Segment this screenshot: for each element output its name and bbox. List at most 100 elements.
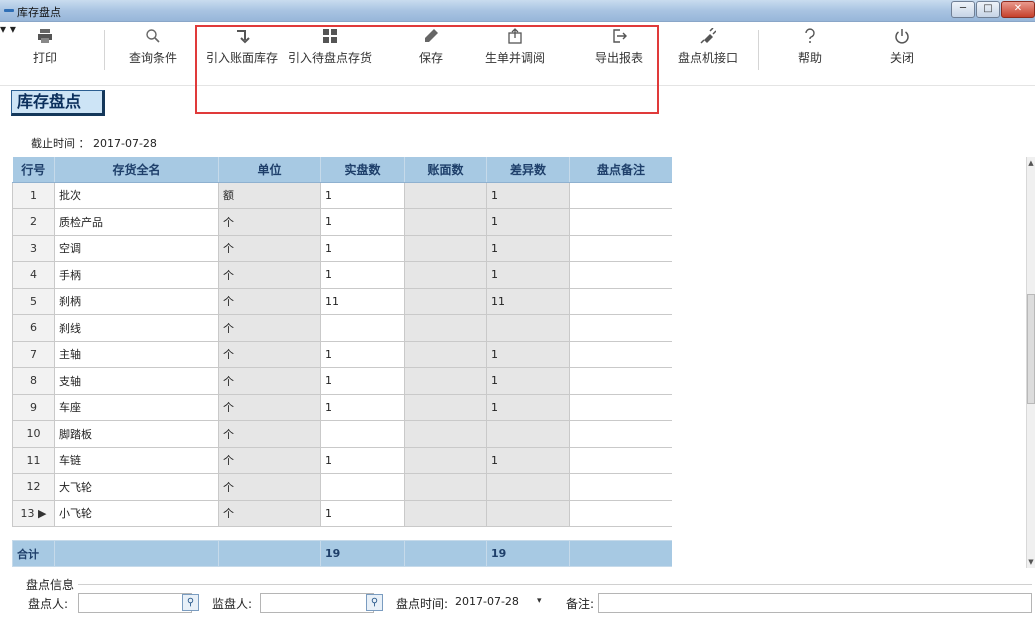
- unit-cell[interactable]: 个: [218, 287, 321, 315]
- actual-qty-cell[interactable]: 1: [320, 181, 405, 209]
- note-cell[interactable]: [569, 340, 673, 368]
- book-qty-cell[interactable]: [404, 287, 487, 315]
- actual-qty-cell[interactable]: 1: [320, 393, 405, 421]
- col-header-note[interactable]: 盘点备注: [569, 157, 673, 183]
- note-cell[interactable]: [569, 393, 673, 421]
- col-header-diff[interactable]: 差异数: [486, 157, 570, 183]
- diff-qty-cell[interactable]: 1: [486, 181, 570, 209]
- diff-qty-cell[interactable]: [486, 499, 570, 527]
- row-no-cell[interactable]: 7: [12, 340, 55, 368]
- table-row[interactable]: 7 主轴个 1 1: [12, 340, 673, 368]
- row-no-cell[interactable]: 4: [12, 261, 55, 289]
- book-qty-cell[interactable]: [404, 208, 487, 236]
- unit-cell[interactable]: 个: [218, 340, 321, 368]
- item-name-cell[interactable]: 小飞轮: [54, 499, 219, 527]
- note-cell[interactable]: [569, 367, 673, 395]
- unit-cell[interactable]: 个: [218, 208, 321, 236]
- supervisor-field[interactable]: [260, 593, 374, 613]
- col-header-actual[interactable]: 实盘数: [320, 157, 405, 183]
- note-cell[interactable]: [569, 446, 673, 474]
- unit-cell[interactable]: 个: [218, 367, 321, 395]
- item-name-cell[interactable]: 空调: [54, 234, 219, 262]
- row-no-cell[interactable]: 11: [12, 446, 55, 474]
- item-name-cell[interactable]: 车座: [54, 393, 219, 421]
- note-cell[interactable]: [569, 499, 673, 527]
- table-row[interactable]: 13 ▶ 小飞轮个 1: [12, 499, 673, 527]
- unit-cell[interactable]: 个: [218, 446, 321, 474]
- item-name-cell[interactable]: 批次: [54, 181, 219, 209]
- diff-qty-cell[interactable]: 1: [486, 367, 570, 395]
- query-button[interactable]: 查询条件: [123, 28, 183, 66]
- print-button[interactable]: 打印: [30, 28, 60, 66]
- diff-qty-cell[interactable]: 1: [486, 208, 570, 236]
- row-no-cell[interactable]: 8: [12, 367, 55, 395]
- row-no-cell[interactable]: 2: [12, 208, 55, 236]
- note-cell[interactable]: [569, 473, 673, 501]
- book-qty-cell[interactable]: [404, 499, 487, 527]
- book-qty-cell[interactable]: [404, 473, 487, 501]
- actual-qty-cell[interactable]: 1: [320, 367, 405, 395]
- supervisor-search-icon[interactable]: ⚲: [366, 594, 383, 611]
- count-time-field[interactable]: 2017-07-28: [455, 595, 519, 608]
- counter-field[interactable]: [78, 593, 192, 613]
- date-dropdown-icon[interactable]: ▾: [537, 596, 542, 606]
- item-name-cell[interactable]: 大飞轮: [54, 473, 219, 501]
- book-qty-cell[interactable]: [404, 393, 487, 421]
- counter-search-icon[interactable]: ⚲: [182, 594, 199, 611]
- unit-cell[interactable]: 个: [218, 420, 321, 448]
- actual-qty-cell[interactable]: 11: [320, 287, 405, 315]
- diff-qty-cell[interactable]: 11: [486, 287, 570, 315]
- table-row[interactable]: 10 脚踏板个: [12, 420, 673, 448]
- item-name-cell[interactable]: 主轴: [54, 340, 219, 368]
- unit-cell[interactable]: 个: [218, 314, 321, 342]
- diff-qty-cell[interactable]: 1: [486, 261, 570, 289]
- unit-cell[interactable]: 额: [218, 181, 321, 209]
- item-name-cell[interactable]: 脚踏板: [54, 420, 219, 448]
- row-no-cell[interactable]: 5: [12, 287, 55, 315]
- table-row[interactable]: 5 刹柄个 11 11: [12, 287, 673, 315]
- col-header-name[interactable]: 存货全名: [54, 157, 219, 183]
- scroll-up-icon[interactable]: ▲: [1027, 159, 1035, 167]
- actual-qty-cell[interactable]: [320, 314, 405, 342]
- row-no-cell[interactable]: 6: [12, 314, 55, 342]
- row-no-cell[interactable]: 1: [12, 181, 55, 209]
- row-no-cell[interactable]: 9: [12, 393, 55, 421]
- table-row[interactable]: 6 刹线个: [12, 314, 673, 342]
- book-qty-cell[interactable]: [404, 446, 487, 474]
- diff-qty-cell[interactable]: 1: [486, 393, 570, 421]
- col-header-book[interactable]: 账面数: [404, 157, 487, 183]
- item-name-cell[interactable]: 手柄: [54, 261, 219, 289]
- unit-cell[interactable]: 个: [218, 234, 321, 262]
- col-header-unit[interactable]: 单位: [218, 157, 321, 183]
- note-field[interactable]: [598, 593, 1032, 613]
- col-header-row-no[interactable]: 行号: [12, 157, 55, 183]
- item-name-cell[interactable]: 刹线: [54, 314, 219, 342]
- vertical-scrollbar[interactable]: ▲ ▼: [1026, 157, 1035, 568]
- minimize-button[interactable]: ─: [951, 1, 975, 18]
- table-row[interactable]: 12 大飞轮个: [12, 473, 673, 501]
- book-qty-cell[interactable]: [404, 234, 487, 262]
- note-cell[interactable]: [569, 208, 673, 236]
- print-dropdown-icon[interactable]: ▾: [0, 22, 6, 36]
- item-name-cell[interactable]: 刹柄: [54, 287, 219, 315]
- diff-qty-cell[interactable]: [486, 473, 570, 501]
- close-button[interactable]: 关闭: [885, 28, 919, 66]
- item-name-cell[interactable]: 车链: [54, 446, 219, 474]
- row-no-cell[interactable]: 12: [12, 473, 55, 501]
- diff-qty-cell[interactable]: 1: [486, 234, 570, 262]
- diff-qty-cell[interactable]: [486, 420, 570, 448]
- table-row[interactable]: 2 质检产品个 1 1: [12, 208, 673, 236]
- actual-qty-cell[interactable]: [320, 473, 405, 501]
- note-cell[interactable]: [569, 420, 673, 448]
- counting-device-button[interactable]: 盘点机接口: [676, 27, 740, 66]
- note-cell[interactable]: [569, 234, 673, 262]
- book-qty-cell[interactable]: [404, 181, 487, 209]
- book-qty-cell[interactable]: [404, 367, 487, 395]
- row-no-cell[interactable]: 3: [12, 234, 55, 262]
- note-cell[interactable]: [569, 261, 673, 289]
- table-row[interactable]: 11 车链个 1 1: [12, 446, 673, 474]
- note-cell[interactable]: [569, 287, 673, 315]
- book-qty-cell[interactable]: [404, 420, 487, 448]
- help-button[interactable]: 帮助: [793, 28, 827, 66]
- diff-qty-cell[interactable]: 1: [486, 446, 570, 474]
